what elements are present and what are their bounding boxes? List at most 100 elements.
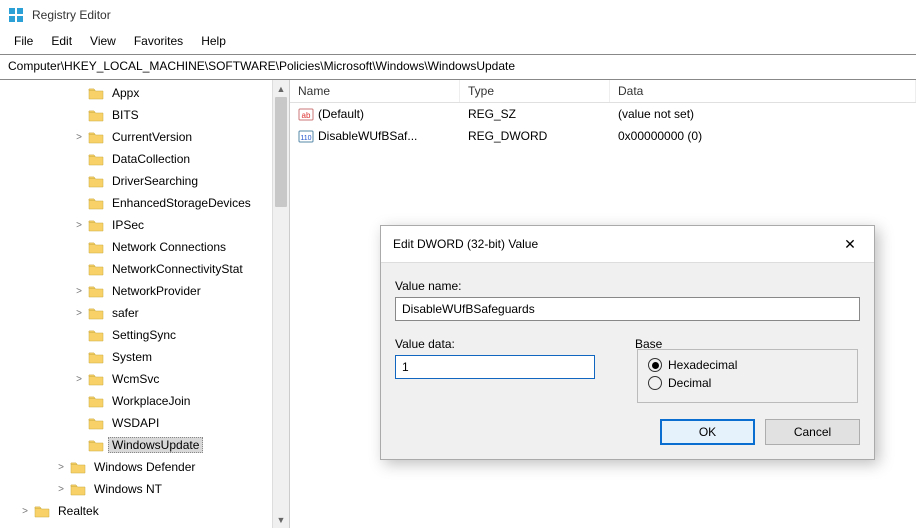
col-header-type[interactable]: Type	[460, 80, 610, 102]
tree-item-label: System	[108, 349, 156, 365]
tree-item[interactable]: >IPSec	[0, 214, 289, 236]
radio-icon	[648, 358, 662, 372]
tree-item[interactable]: EnhancedStorageDevices	[0, 192, 289, 214]
svg-text:ab: ab	[302, 111, 311, 120]
tree-item[interactable]: SettingSync	[0, 324, 289, 346]
tree-item[interactable]: >NetworkProvider	[0, 280, 289, 302]
tree-item[interactable]: BITS	[0, 104, 289, 126]
tree-item[interactable]: System	[0, 346, 289, 368]
folder-icon	[88, 240, 104, 254]
value-name-field[interactable]	[395, 297, 860, 321]
folder-icon	[70, 460, 86, 474]
dialog-titlebar[interactable]: Edit DWORD (32-bit) Value ✕	[381, 226, 874, 263]
window-title: Registry Editor	[32, 8, 111, 22]
tree-item[interactable]: NetworkConnectivityStat	[0, 258, 289, 280]
scroll-down-arrow[interactable]: ▼	[273, 511, 289, 528]
tree-item-label: Windows Defender	[90, 459, 199, 475]
chevron-right-icon[interactable]: >	[72, 374, 86, 385]
ok-button[interactable]: OK	[660, 419, 755, 445]
tree-item[interactable]: DriverSearching	[0, 170, 289, 192]
values-list[interactable]: ab(Default)REG_SZ(value not set) 110 Disab…	[290, 103, 916, 147]
col-header-data[interactable]: Data	[610, 80, 916, 102]
radio-icon	[648, 376, 662, 390]
close-icon[interactable]: ✕	[836, 234, 864, 254]
folder-icon	[88, 262, 104, 276]
chevron-right-icon[interactable]: >	[72, 286, 86, 297]
value-data-field[interactable]	[395, 355, 595, 379]
folder-icon	[88, 350, 104, 364]
cancel-button[interactable]: Cancel	[765, 419, 860, 445]
radio-decimal[interactable]: Decimal	[648, 376, 847, 390]
tree-item-label: DriverSearching	[108, 173, 202, 189]
tree-item[interactable]: WindowsUpdate	[0, 434, 289, 456]
value-name: DisableWUfBSaf...	[318, 129, 417, 143]
folder-icon	[88, 174, 104, 188]
folder-icon	[88, 372, 104, 386]
tree-item[interactable]: >WcmSvc	[0, 368, 289, 390]
tree-item[interactable]: WorkplaceJoin	[0, 390, 289, 412]
tree-item[interactable]: > safer	[0, 302, 289, 324]
radio-hexadecimal[interactable]: Hexadecimal	[648, 358, 847, 372]
value-row[interactable]: 110DisableWUfBSaf...REG_DWORD0x00000000 …	[290, 125, 916, 147]
tree-pane: Appx BITS > CurrentVersion DataCollection Dri…	[0, 80, 290, 528]
scroll-thumb[interactable]	[275, 97, 287, 207]
tree-item-label: Network Connections	[108, 239, 230, 255]
folder-icon	[88, 130, 104, 144]
folder-icon	[34, 504, 50, 518]
tree-item[interactable]: > Windows NT	[0, 478, 289, 500]
radio-hex-label: Hexadecimal	[668, 358, 737, 372]
menu-help[interactable]: Help	[193, 32, 234, 50]
folder-icon	[88, 218, 104, 232]
tree-item[interactable]: > Realtek	[0, 500, 289, 522]
value-row[interactable]: ab(Default)REG_SZ(value not set)	[290, 103, 916, 125]
tree-scrollbar[interactable]: ▲ ▼	[272, 80, 289, 528]
dword-value-icon: 110	[298, 128, 314, 144]
chevron-right-icon[interactable]: >	[54, 462, 68, 473]
tree-item-label: WorkplaceJoin	[108, 393, 194, 409]
folder-icon	[88, 152, 104, 166]
folder-icon	[70, 482, 86, 496]
address-bar[interactable]: Computer\HKEY_LOCAL_MACHINE\SOFTWARE\Pol…	[0, 55, 916, 80]
chevron-right-icon[interactable]: >	[72, 132, 86, 143]
col-header-name[interactable]: Name	[290, 80, 460, 102]
value-name-label: Value name:	[395, 279, 860, 293]
chevron-right-icon[interactable]: >	[18, 506, 32, 517]
tree-item[interactable]: > Windows Defender	[0, 456, 289, 478]
menu-edit[interactable]: Edit	[43, 32, 80, 50]
tree-item-label: SettingSync	[108, 327, 180, 343]
tree-item-label: safer	[108, 305, 143, 321]
value-data: (value not set)	[610, 105, 916, 123]
menu-favorites[interactable]: Favorites	[126, 32, 191, 50]
edit-value-dialog: Edit DWORD (32-bit) Value ✕ Value name: …	[380, 225, 875, 460]
folder-icon	[88, 108, 104, 122]
tree-item-label: DataCollection	[108, 151, 194, 167]
menu-file[interactable]: File	[6, 32, 41, 50]
scroll-up-arrow[interactable]: ▲	[273, 80, 289, 97]
tree-item-label: Appx	[108, 85, 143, 101]
tree-item-label: Realtek	[54, 503, 103, 519]
chevron-right-icon[interactable]: >	[72, 308, 86, 319]
tree-item[interactable]: > CurrentVersion	[0, 126, 289, 148]
radio-dec-label: Decimal	[668, 376, 711, 390]
address-path: Computer\HKEY_LOCAL_MACHINE\SOFTWARE\Pol…	[8, 59, 515, 73]
tree-item[interactable]: DataCollection	[0, 148, 289, 170]
chevron-right-icon[interactable]: >	[72, 220, 86, 231]
registry-tree[interactable]: Appx BITS > CurrentVersion DataCollection Dri…	[0, 82, 289, 522]
tree-item-label: CurrentVersion	[108, 129, 196, 145]
tree-item[interactable]: Appx	[0, 82, 289, 104]
folder-icon	[88, 196, 104, 210]
window-titlebar: Registry Editor	[0, 0, 916, 30]
folder-icon	[88, 394, 104, 408]
tree-item[interactable]: Network Connections	[0, 236, 289, 258]
value-type: REG_DWORD	[460, 127, 610, 145]
folder-icon	[88, 416, 104, 430]
svg-text:110: 110	[300, 135, 311, 142]
string-value-icon: ab	[298, 106, 314, 122]
chevron-right-icon[interactable]: >	[54, 484, 68, 495]
tree-item-label: Windows NT	[90, 481, 166, 497]
folder-icon	[88, 306, 104, 320]
base-groupbox: Hexadecimal Decimal	[637, 349, 858, 403]
menu-view[interactable]: View	[82, 32, 124, 50]
tree-item[interactable]: WSDAPI	[0, 412, 289, 434]
tree-item-label: WSDAPI	[108, 415, 163, 431]
